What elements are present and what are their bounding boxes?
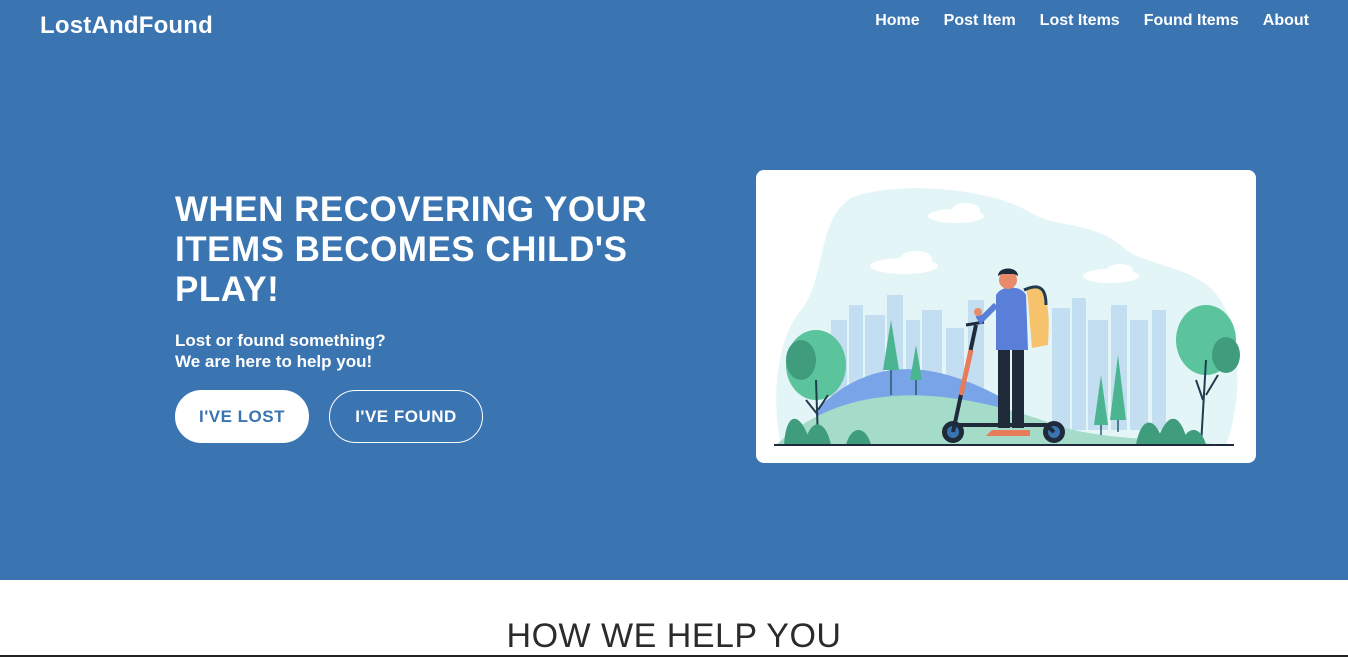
nav-found-items[interactable]: Found Items xyxy=(1144,12,1239,30)
hero-subline: Lost or found something? We are here to … xyxy=(175,330,386,372)
hero-section: LostAndFound Home Post Item Lost Items F… xyxy=(0,0,1348,580)
hero-subline-1: Lost or found something? xyxy=(175,331,386,350)
nav-lost-items[interactable]: Lost Items xyxy=(1040,12,1120,30)
nav-about[interactable]: About xyxy=(1263,12,1309,30)
how-we-help-title: HOW WE HELP YOU xyxy=(506,617,842,655)
scooter-rider-illustration xyxy=(774,188,1240,446)
hero-illustration-card xyxy=(756,170,1256,463)
ive-found-button[interactable]: I'VE FOUND xyxy=(329,390,483,443)
hero-subline-2: We are here to help you! xyxy=(175,352,373,371)
brand-logo[interactable]: LostAndFound xyxy=(40,12,213,40)
nav-post-item[interactable]: Post Item xyxy=(944,12,1016,30)
main-nav: Home Post Item Lost Items Found Items Ab… xyxy=(875,12,1309,30)
hero-headline: WHEN RECOVERING YOUR ITEMS BECOMES CHILD… xyxy=(175,190,648,309)
nav-home[interactable]: Home xyxy=(875,12,919,30)
ive-lost-button[interactable]: I'VE LOST xyxy=(175,390,309,443)
